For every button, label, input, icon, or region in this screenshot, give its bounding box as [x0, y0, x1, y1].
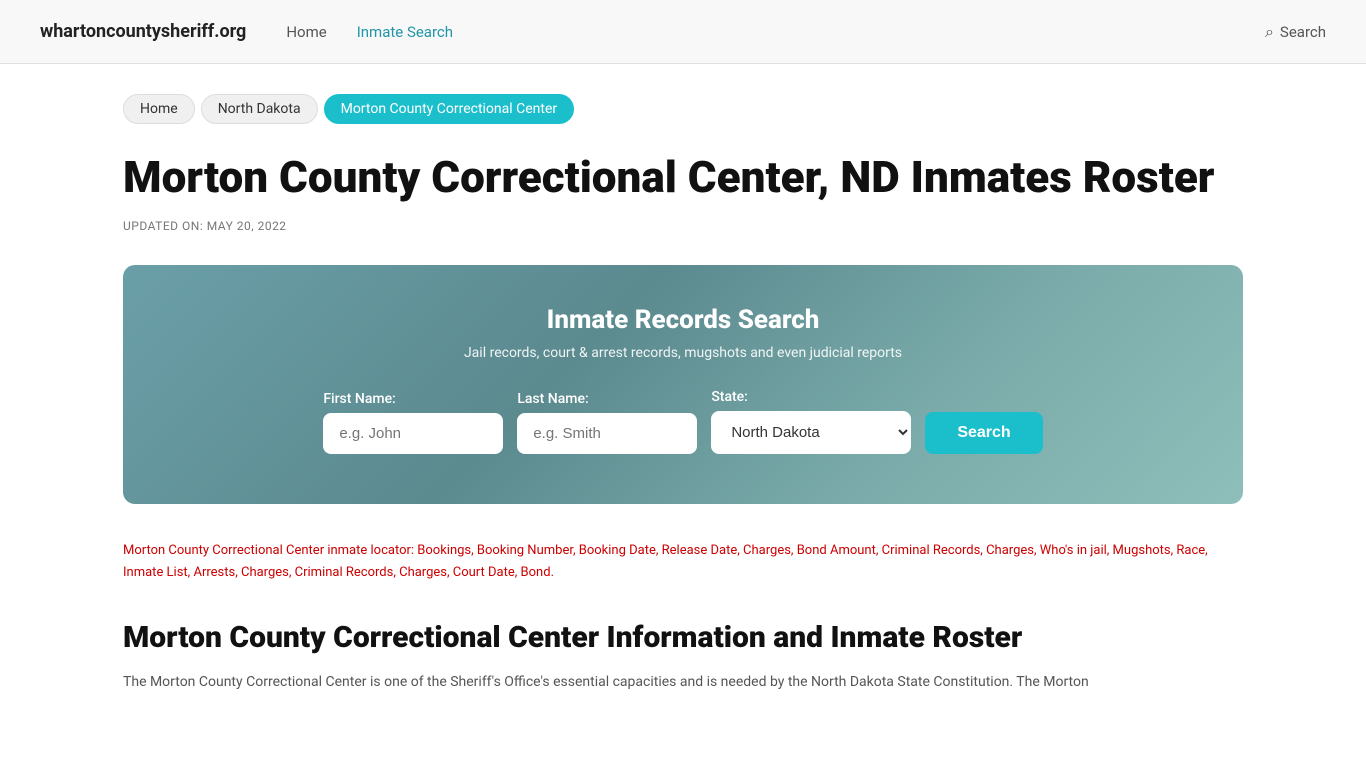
- site-logo[interactable]: whartoncountysheriff.org: [40, 21, 246, 42]
- search-icon: ⌕: [1265, 22, 1274, 42]
- search-banner-title: Inmate Records Search: [183, 305, 1183, 335]
- breadcrumb-home[interactable]: Home: [123, 94, 195, 124]
- last-name-label: Last Name:: [517, 391, 697, 407]
- state-group: State: North DakotaAlabamaAlaskaArizonaA…: [711, 389, 911, 454]
- updated-label: UPDATED ON: MAY 20, 2022: [123, 219, 1243, 233]
- search-button[interactable]: Search: [925, 412, 1042, 454]
- header-search-label: Search: [1280, 23, 1326, 41]
- header-search-button[interactable]: ⌕ Search: [1265, 22, 1326, 42]
- first-name-group: First Name:: [323, 391, 503, 454]
- state-label: State:: [711, 389, 911, 405]
- state-select[interactable]: North DakotaAlabamaAlaskaArizonaArkansas…: [711, 411, 911, 454]
- nav-inmate-search-link[interactable]: Inmate Search: [357, 23, 453, 41]
- main-content: Home North Dakota Morton County Correcti…: [83, 64, 1283, 725]
- first-name-input[interactable]: [323, 413, 503, 454]
- breadcrumb: Home North Dakota Morton County Correcti…: [123, 94, 1243, 124]
- main-nav: Home Inmate Search: [286, 23, 1225, 41]
- section-body: The Morton County Correctional Center is…: [123, 671, 1243, 695]
- last-name-input[interactable]: [517, 413, 697, 454]
- inmate-records-search-banner: Inmate Records Search Jail records, cour…: [123, 265, 1243, 504]
- breadcrumb-north-dakota[interactable]: North Dakota: [201, 94, 318, 124]
- last-name-group: Last Name:: [517, 391, 697, 454]
- search-form: First Name: Last Name: State: North Dako…: [183, 389, 1183, 454]
- section-heading: Morton County Correctional Center Inform…: [123, 620, 1243, 655]
- first-name-label: First Name:: [323, 391, 503, 407]
- breadcrumb-morton-county[interactable]: Morton County Correctional Center: [324, 94, 575, 124]
- description-text: Morton County Correctional Center inmate…: [123, 540, 1243, 584]
- search-banner-subtitle: Jail records, court & arrest records, mu…: [183, 345, 1183, 361]
- nav-home-link[interactable]: Home: [286, 23, 326, 41]
- page-title: Morton County Correctional Center, ND In…: [123, 152, 1243, 203]
- site-header: whartoncountysheriff.org Home Inmate Sea…: [0, 0, 1366, 64]
